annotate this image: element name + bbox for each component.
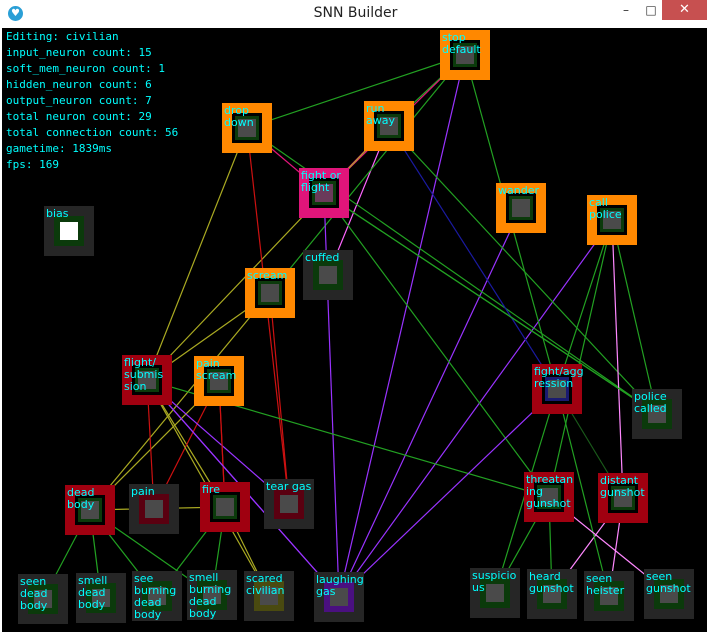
- neuron-label: smell burning dead body: [189, 571, 232, 620]
- minimize-button[interactable]: –: [612, 0, 640, 20]
- neuron-label: seen heister: [586, 572, 625, 597]
- neuron-wander[interactable]: wander: [496, 183, 546, 233]
- neuron-seen-heister[interactable]: seen heister: [584, 571, 634, 621]
- neuron-label: call police: [589, 196, 622, 221]
- neuron-tear-gas[interactable]: tear gas: [264, 479, 314, 529]
- neuron-run-away[interactable]: run away: [364, 101, 414, 151]
- neuron-call-police[interactable]: call police: [587, 195, 637, 245]
- neuron-label: dead body: [67, 486, 95, 511]
- neuron-pain[interactable]: pain: [129, 484, 179, 534]
- neuron-stop-default[interactable]: stop default: [440, 30, 490, 80]
- neuron-heard-gunshot[interactable]: heard gunshot: [527, 569, 577, 619]
- neuron-label: bias: [46, 207, 69, 220]
- neuron-core: [512, 199, 530, 217]
- neuron-smell-burning-dead-body[interactable]: smell burning dead body: [187, 570, 237, 620]
- neuron-pain-scream[interactable]: pain scream: [194, 356, 244, 406]
- neuron-label: scream: [247, 269, 288, 282]
- neuron-core: [280, 495, 298, 513]
- total-connection-label: total connection count: 56: [6, 126, 179, 139]
- neuron-frame: [139, 494, 169, 524]
- editing-label: Editing: civilian: [6, 30, 119, 43]
- neuron-label: fire: [202, 483, 220, 496]
- hidden-count-label: hidden_neuron count: 6: [6, 78, 152, 91]
- neuron-cuffed[interactable]: cuffed: [303, 250, 353, 300]
- title-bar[interactable]: ♥ SNN Builder – □ ✕: [0, 0, 711, 28]
- neuron-frame: [210, 492, 240, 522]
- neuron-core: [145, 500, 163, 518]
- neuron-label: stop default: [442, 31, 481, 56]
- fps-label: fps: 169: [6, 158, 59, 171]
- stats-overlay: Editing: civilian input_neuron count: 15…: [6, 29, 178, 173]
- neuron-see-burning-dead-body[interactable]: see burning dead body: [132, 571, 182, 621]
- neuron-frame: [274, 489, 304, 519]
- neuron-label: laughing gas: [316, 573, 364, 598]
- neuron-label: pain scream: [196, 357, 237, 382]
- neuron-label: distant gunshot: [600, 474, 645, 499]
- connection-line: [388, 125, 658, 415]
- total-neuron-label: total neuron count: 29: [6, 110, 152, 123]
- neuron-distant-gunshot[interactable]: distant gunshot: [598, 473, 648, 523]
- neuron-label: wander: [498, 184, 539, 197]
- neuron-label: fight/agg ression: [534, 365, 584, 390]
- neuron-seen-dead-body[interactable]: seen dead body: [18, 574, 68, 624]
- neuron-label: smell dead body: [78, 574, 108, 611]
- neuron-label: heard gunshot: [529, 570, 574, 595]
- input-count-label: input_neuron count: 15: [6, 46, 152, 59]
- close-button[interactable]: ✕: [662, 0, 707, 20]
- neuron-scared-civilian[interactable]: scared civilian: [244, 571, 294, 621]
- app-window: ♥ SNN Builder – □ ✕ Editing: civilian in…: [0, 0, 711, 634]
- connection-line: [246, 54, 466, 129]
- neuron-fire[interactable]: fire: [200, 482, 250, 532]
- neuron-label: see burning dead body: [134, 572, 177, 621]
- neuron-label: scared civilian: [246, 572, 285, 597]
- neuron-label: run away: [366, 102, 395, 127]
- neuron-bias[interactable]: bias: [44, 206, 94, 256]
- soft-mem-count-label: soft_mem_neuron count: 1: [6, 62, 165, 75]
- neuron-label: pain: [131, 485, 155, 498]
- output-count-label: output_neuron count: 7: [6, 94, 152, 107]
- neuron-frame: [255, 278, 285, 308]
- maximize-button[interactable]: □: [637, 0, 665, 20]
- neuron-label: cuffed: [305, 251, 340, 264]
- connection-line: [548, 219, 613, 498]
- gametime-label: gametime: 1839ms: [6, 142, 112, 155]
- neuron-seen-gunshot[interactable]: seen gunshot: [644, 569, 694, 619]
- neuron-label: threatan ing gunshot: [526, 473, 574, 510]
- neuron-scream[interactable]: scream: [245, 268, 295, 318]
- neuron-flight-submission[interactable]: flight/ submis sion: [122, 355, 172, 405]
- neuron-frame: [313, 260, 343, 290]
- connection-line: [338, 207, 522, 598]
- neuron-label: tear gas: [266, 480, 312, 493]
- neuron-dead-body[interactable]: dead body: [65, 485, 115, 535]
- neuron-frame: [506, 193, 536, 223]
- neuron-police-called[interactable]: police called: [632, 389, 682, 439]
- neuron-core: [319, 266, 337, 284]
- neuron-drop-down[interactable]: drop down: [222, 103, 272, 153]
- neuron-core: [216, 498, 234, 516]
- neuron-label: drop down: [224, 104, 254, 129]
- neuron-core: [60, 222, 78, 240]
- neuron-frame: [54, 216, 84, 246]
- neuron-fight-or-flight[interactable]: fight or flight: [299, 168, 349, 218]
- neuron-label: police called: [634, 390, 667, 415]
- neuron-threatening-gunshot[interactable]: threatan ing gunshot: [524, 472, 574, 522]
- neuron-fight-aggression[interactable]: fight/agg ression: [532, 364, 584, 414]
- neuron-label: suspicio us: [472, 569, 517, 594]
- connection-line: [388, 125, 558, 390]
- neuron-label: seen gunshot: [646, 570, 691, 595]
- neuron-label: seen dead body: [20, 575, 48, 612]
- neuron-label: fight or flight: [301, 169, 341, 194]
- neuron-smell-dead-body[interactable]: smell dead body: [76, 573, 126, 623]
- neuron-laughing-gas[interactable]: laughing gas: [314, 572, 364, 622]
- neuron-label: flight/ submis sion: [124, 356, 164, 393]
- network-canvas[interactable]: Editing: civilian input_neuron count: 15…: [2, 28, 707, 632]
- neuron-suspicious[interactable]: suspicio us: [470, 568, 520, 618]
- connection-line: [269, 292, 290, 505]
- neuron-core: [261, 284, 279, 302]
- window-title: SNN Builder: [313, 5, 398, 21]
